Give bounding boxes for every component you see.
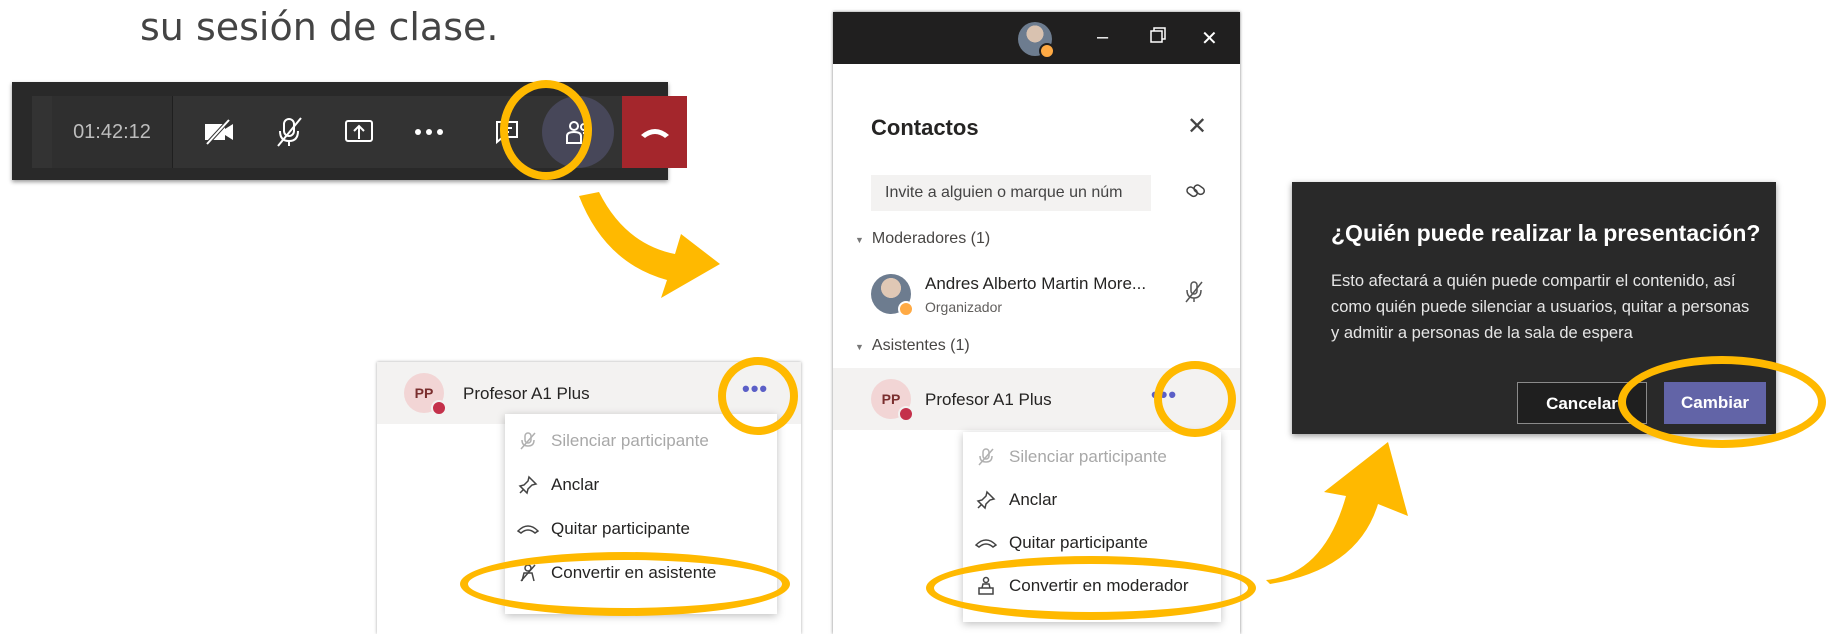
- window-titlebar: – ✕: [833, 12, 1240, 64]
- avatar: PP: [404, 373, 447, 416]
- mic-off-icon: [963, 447, 1009, 467]
- minimize-icon: –: [1097, 26, 1109, 48]
- pin-icon: [963, 490, 1009, 510]
- more-icon: [415, 129, 443, 135]
- participant-name: Profesor A1 Plus: [925, 390, 1052, 409]
- heading-text: su sesión de clase.: [140, 5, 499, 49]
- presence-busy-dot: [431, 400, 447, 416]
- moderator-name: Andres Alberto Martin More...: [925, 274, 1147, 293]
- close-icon: ✕: [1187, 113, 1208, 140]
- hang-up-button[interactable]: [622, 96, 687, 168]
- collapse-icon: ▼: [855, 342, 864, 352]
- menu-item-pin[interactable]: Anclar: [963, 478, 1221, 522]
- presence-busy-dot: [898, 406, 914, 422]
- mic-toggle-button[interactable]: [254, 96, 324, 168]
- avatar: [871, 274, 914, 317]
- collapse-icon: ▼: [855, 235, 864, 245]
- meeting-timer: 01:42:12: [52, 96, 173, 168]
- share-screen-button[interactable]: [324, 96, 394, 168]
- highlight-ring-convert-moderator: [926, 556, 1256, 620]
- invite-input[interactable]: Invite a alguien o marque un núm: [871, 175, 1151, 211]
- pin-icon: [505, 475, 551, 495]
- share-screen-icon: [345, 120, 373, 142]
- link-icon: [1186, 184, 1206, 198]
- highlight-ring-participants: [500, 80, 592, 180]
- user-avatar[interactable]: [1018, 22, 1055, 59]
- restore-icon: [1150, 27, 1166, 43]
- share-link-button[interactable]: [1185, 180, 1207, 207]
- close-panel-button[interactable]: ✕: [1187, 112, 1207, 141]
- highlight-ring-more-options: [1154, 361, 1236, 437]
- moderator-role: Organizador: [925, 299, 1003, 315]
- highlight-ring-change: [1618, 356, 1826, 448]
- dialog-title: ¿Quién puede realizar la presentación?: [1331, 220, 1761, 246]
- menu-item-pin[interactable]: Anclar: [505, 463, 777, 507]
- mic-off-icon: [1185, 281, 1203, 303]
- moderator-mic-status: [1183, 280, 1205, 309]
- camera-toggle-button[interactable]: [184, 96, 254, 168]
- hang-up-icon: [505, 523, 551, 535]
- section-attendees[interactable]: ▼ Asistentes (1): [855, 337, 970, 355]
- panel-title: Contactos: [871, 115, 979, 140]
- restore-button[interactable]: [1149, 26, 1167, 50]
- minimize-button[interactable]: –: [1097, 26, 1108, 49]
- arrow-to-dialog: [1266, 442, 1408, 584]
- more-actions-button[interactable]: [394, 96, 464, 168]
- mic-off-icon: [505, 431, 551, 451]
- menu-item-remove[interactable]: Quitar participante: [505, 507, 777, 551]
- menu-item-mute[interactable]: Silenciar participante: [963, 435, 1221, 479]
- contacts-panel: – ✕ Contactos ✕ Invite a alguien o marqu…: [833, 12, 1240, 634]
- video-off-icon: [205, 118, 233, 146]
- participant-name: Profesor A1 Plus: [463, 384, 590, 403]
- presence-away-dot: [898, 301, 914, 317]
- hang-up-icon: [640, 129, 669, 138]
- close-icon: ✕: [1201, 28, 1218, 50]
- highlight-ring-convert-attendee: [460, 552, 790, 616]
- hang-up-icon: [963, 537, 1009, 549]
- highlight-ring-more-options: [718, 357, 798, 435]
- section-moderators[interactable]: ▼ Moderadores (1): [855, 230, 990, 248]
- avatar: PP: [871, 379, 914, 422]
- mic-off-icon: [277, 117, 302, 147]
- close-window-button[interactable]: ✕: [1201, 26, 1218, 51]
- dialog-body: Esto afectará a quién puede compartir el…: [1331, 272, 1750, 342]
- arrow-to-contacts: [579, 192, 720, 298]
